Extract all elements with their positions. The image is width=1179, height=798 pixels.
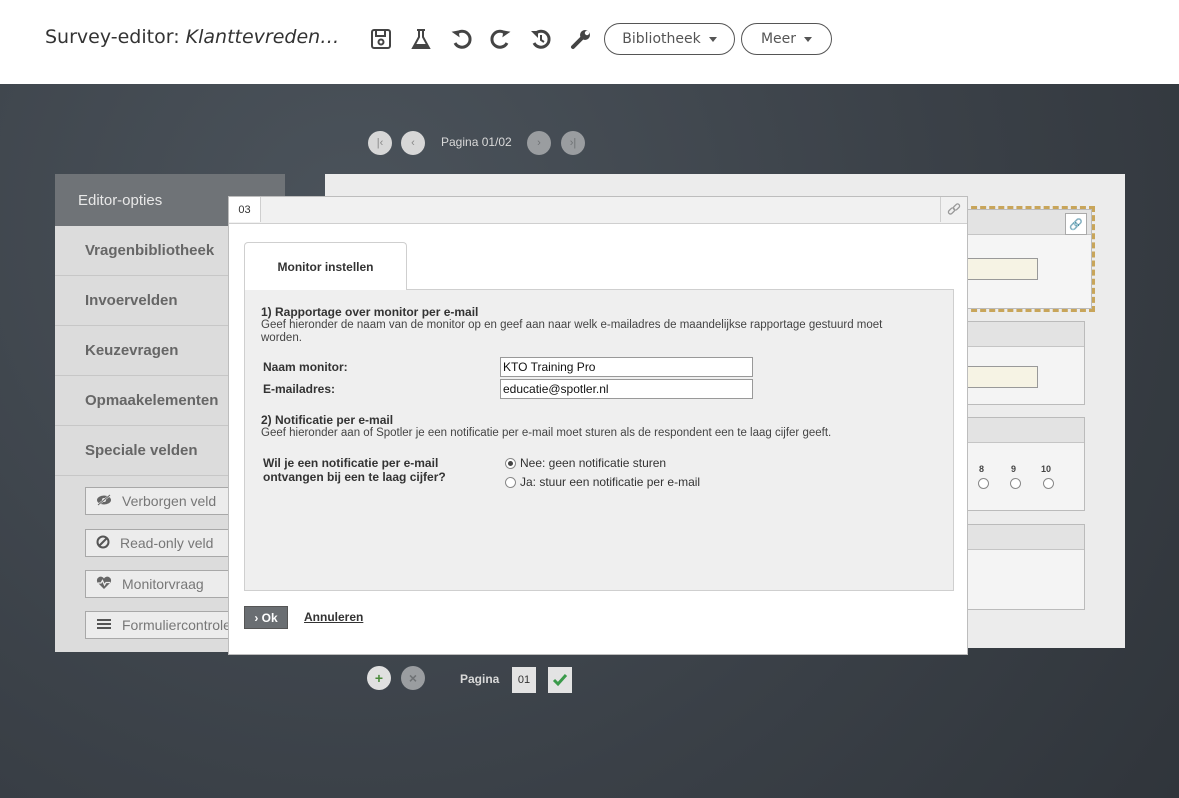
section-notification-desc: Geef hieronder aan of Spotler je een not… <box>261 427 832 439</box>
app-title: Survey-editor: Klanttevreden… <box>45 26 339 48</box>
ok-button[interactable]: › Ok <box>244 606 288 629</box>
top-bar: Survey-editor: Klanttevreden… Bibliothee… <box>0 0 1179 84</box>
wrench-icon[interactable] <box>568 26 594 52</box>
more-dropdown[interactable]: Meer <box>741 23 832 55</box>
email-label: E-mailadres: <box>263 382 336 396</box>
app-title-prefix: Survey-editor: <box>45 26 186 48</box>
question-card[interactable]: 8 9 10 <box>965 417 1085 511</box>
section-notification-title: 2) Notificatie per e-mail <box>261 413 394 427</box>
question-header <box>966 322 1084 347</box>
radio-option-no-label: Nee: geen notificatie sturen <box>520 456 667 470</box>
scale-label-9: 9 <box>1011 464 1017 474</box>
radio-button-selected[interactable] <box>505 457 516 469</box>
link-icon[interactable] <box>940 197 967 222</box>
section-report-desc-line1: Geef hieronder de naam van de monitor op… <box>261 319 883 331</box>
chevron-down-icon <box>804 36 813 42</box>
undo-icon[interactable] <box>448 26 474 52</box>
monitor-name-label: Naam monitor: <box>263 360 348 374</box>
scale-radio[interactable] <box>1043 478 1054 489</box>
scale-label-10: 10 <box>1041 464 1052 474</box>
history-icon[interactable] <box>528 26 554 52</box>
redo-icon[interactable] <box>488 26 514 52</box>
answer-input[interactable] <box>966 366 1038 388</box>
survey-name: Klanttevreden… <box>185 26 340 48</box>
monitor-settings-dialog: 03 Monitor instellen 1) Rapportage over … <box>228 196 968 655</box>
save-icon[interactable] <box>368 26 394 52</box>
hidden-field-label: Verborgen veld <box>122 493 217 509</box>
eye-slash-icon <box>96 493 112 509</box>
notification-question-line2: ontvangen bij een te laag cijfer? <box>263 470 446 484</box>
page-label: Pagina <box>460 672 500 686</box>
monitor-name-input[interactable] <box>500 357 753 377</box>
question-card[interactable] <box>965 524 1085 610</box>
email-input[interactable] <box>500 379 753 399</box>
readonly-field-label: Read-only veld <box>120 535 214 551</box>
link-icon[interactable]: 🔗 <box>1065 213 1087 235</box>
radio-option-yes-label: Ja: stuur een notificatie per e-mail <box>520 475 701 489</box>
page-number-box[interactable]: 01 <box>512 667 536 693</box>
list-icon <box>96 617 112 633</box>
scale-radio[interactable] <box>978 478 989 489</box>
question-number: 03 <box>229 197 261 222</box>
scale-radio[interactable] <box>1010 478 1021 489</box>
radio-option-yes[interactable]: Ja: stuur een notificatie per e-mail <box>505 475 700 489</box>
settings-panel: 1) Rapportage over monitor per e-mail Ge… <box>244 289 954 591</box>
ban-icon <box>96 535 110 552</box>
page-indicator: Pagina 01/02 <box>441 135 512 149</box>
question-card[interactable] <box>965 321 1085 405</box>
section-report-desc-line2: worden. <box>261 332 302 344</box>
question-header <box>966 525 1084 550</box>
radio-button[interactable] <box>505 476 516 488</box>
tab-monitor-settings[interactable]: Monitor instellen <box>244 242 407 290</box>
notification-question-line1: Wil je een notificatie per e-mail <box>263 456 439 470</box>
answer-input[interactable] <box>966 258 1038 280</box>
flask-icon[interactable] <box>408 26 434 52</box>
first-page-icon[interactable]: |‹ <box>368 131 392 155</box>
next-page-icon[interactable]: › <box>527 131 551 155</box>
library-dropdown-label: Bibliotheek <box>622 31 701 47</box>
radio-option-no[interactable]: Nee: geen notificatie sturen <box>505 456 666 470</box>
dialog-header: 03 <box>229 197 967 224</box>
cancel-link[interactable]: Annuleren <box>304 610 363 624</box>
add-page-icon[interactable]: + <box>367 666 391 690</box>
library-dropdown[interactable]: Bibliotheek <box>604 23 735 55</box>
section-report-title: 1) Rapportage over monitor per e-mail <box>261 305 479 319</box>
monitor-question-label: Monitorvraag <box>122 576 204 592</box>
prev-page-icon[interactable]: ‹ <box>401 131 425 155</box>
last-page-icon[interactable]: ›| <box>561 131 585 155</box>
chevron-down-icon <box>708 36 717 42</box>
check-icon[interactable] <box>548 667 572 693</box>
question-header <box>966 418 1084 443</box>
delete-page-icon[interactable]: × <box>401 666 425 690</box>
question-card[interactable]: 🔗 <box>962 206 1095 312</box>
heartbeat-icon <box>96 576 112 593</box>
form-check-label: Formuliercontrole <box>122 617 231 633</box>
scale-label-8: 8 <box>979 464 985 474</box>
more-dropdown-label: Meer <box>760 31 797 47</box>
